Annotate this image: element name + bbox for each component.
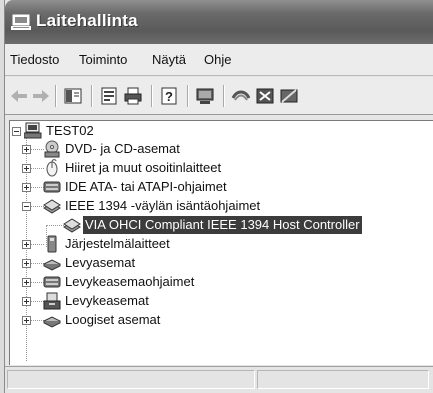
computer-icon: [24, 122, 42, 139]
tree-item[interactable]: IDE ATA- tai ATAPI-ohjaimet: [10, 178, 410, 196]
tree-item-label: Hiiret ja muut osoitinlaitteet: [65, 160, 222, 175]
tree-root-label: TEST02: [46, 123, 94, 138]
tree-child-item[interactable]: VIA OHCI Compliant IEEE 1394 Host Contro…: [10, 216, 433, 234]
menu-help[interactable]: Ohje: [204, 52, 231, 67]
scan-hardware-icon[interactable]: [195, 86, 215, 106]
tree-item[interactable]: Levykeasemaohjaimet: [10, 273, 410, 291]
tree-item[interactable]: Levyasemat: [10, 254, 410, 272]
ieee1394-icon: [43, 199, 61, 214]
device-tree[interactable]: TEST02 DVD- ja CD-asemat Hiiret ja muut …: [9, 120, 433, 365]
toolbar-separator: [187, 85, 189, 107]
expand-toggle[interactable]: [22, 316, 31, 325]
menu-file[interactable]: Tiedosto: [10, 52, 59, 67]
tree-item[interactable]: IEEE 1394 -väylän isäntäohjaimet: [10, 197, 410, 215]
title-bar[interactable]: Laitehallinta: [5, 0, 433, 44]
svg-text:?: ?: [165, 89, 173, 104]
tree-item-label: DVD- ja CD-asemat: [65, 141, 180, 156]
window-title: Laitehallinta: [36, 11, 138, 30]
ieee1394-device-icon: [63, 218, 81, 233]
expand-toggle[interactable]: [22, 240, 31, 249]
toolbar-separator: [151, 85, 153, 107]
tree-item[interactable]: Hiiret ja muut osoitinlaitteet: [10, 159, 410, 177]
toolbar: ?: [5, 77, 433, 115]
show-hide-tree-icon[interactable]: [63, 86, 83, 106]
toolbar-separator: [91, 85, 93, 107]
back-arrow-icon[interactable]: [9, 86, 29, 106]
tree-item[interactable]: DVD- ja CD-asemat: [10, 140, 410, 158]
update-driver-icon[interactable]: [231, 86, 251, 106]
menu-view[interactable]: Näytä: [152, 52, 186, 67]
expand-toggle[interactable]: [22, 183, 31, 192]
tree-item-label: Levykeasemat: [65, 293, 149, 308]
expand-toggle[interactable]: [22, 259, 31, 268]
tree-item-label: IDE ATA- tai ATAPI-ohjaimet: [65, 179, 227, 194]
help-icon[interactable]: ?: [159, 86, 179, 106]
status-cell-secondary: [257, 370, 429, 389]
forward-arrow-icon[interactable]: [31, 86, 51, 106]
toolbar-separator: [223, 85, 225, 107]
properties-icon[interactable]: [99, 86, 119, 106]
status-bar: [5, 366, 433, 393]
expand-toggle[interactable]: [22, 278, 31, 287]
selected-device-label: VIA OHCI Compliant IEEE 1394 Host Contro…: [83, 216, 362, 234]
tree-item[interactable]: Järjestelmälaitteet: [10, 235, 410, 253]
computer-icon: [11, 14, 31, 30]
logical-drive-icon: [43, 316, 61, 328]
ide-controller-icon: [43, 181, 61, 193]
tree-item-label: Levyasemat: [65, 255, 136, 270]
floppy-drive-icon: [43, 259, 61, 271]
expand-toggle[interactable]: [22, 145, 31, 154]
tree-item-label: Levykeasemaohjaimet: [65, 274, 195, 289]
collapse-toggle[interactable]: [22, 202, 31, 211]
tree-root[interactable]: TEST02: [10, 122, 410, 140]
disable-icon[interactable]: [279, 86, 299, 106]
menu-action[interactable]: Toiminto: [79, 52, 127, 67]
collapse-toggle[interactable]: [12, 127, 21, 136]
tree-connector: [46, 225, 64, 226]
floppy-controller-icon: [43, 276, 61, 288]
cd-drive-icon: [44, 140, 60, 158]
tree-item-label: Loogiset asemat: [65, 312, 161, 327]
tree-item-label: IEEE 1394 -väylän isäntäohjaimet: [65, 198, 261, 213]
expand-toggle[interactable]: [22, 164, 31, 173]
menu-bar: Tiedosto Toiminto Näytä Ohje: [5, 44, 433, 76]
disk-drive-icon: [43, 292, 61, 310]
tree-item[interactable]: Loogiset asemat: [10, 311, 410, 329]
status-cell-main: [7, 370, 255, 389]
mouse-icon: [46, 159, 58, 177]
uninstall-icon[interactable]: [255, 86, 275, 106]
tree-item[interactable]: Levykeasemat: [10, 292, 410, 310]
expand-toggle[interactable]: [22, 297, 31, 306]
toolbar-separator: [55, 85, 57, 107]
tree-item-label: Järjestelmälaitteet: [65, 236, 170, 251]
device-manager-window: Laitehallinta Tiedosto Toiminto Näytä Oh…: [4, 0, 433, 393]
system-devices-icon: [47, 235, 57, 253]
print-icon[interactable]: [123, 86, 143, 106]
